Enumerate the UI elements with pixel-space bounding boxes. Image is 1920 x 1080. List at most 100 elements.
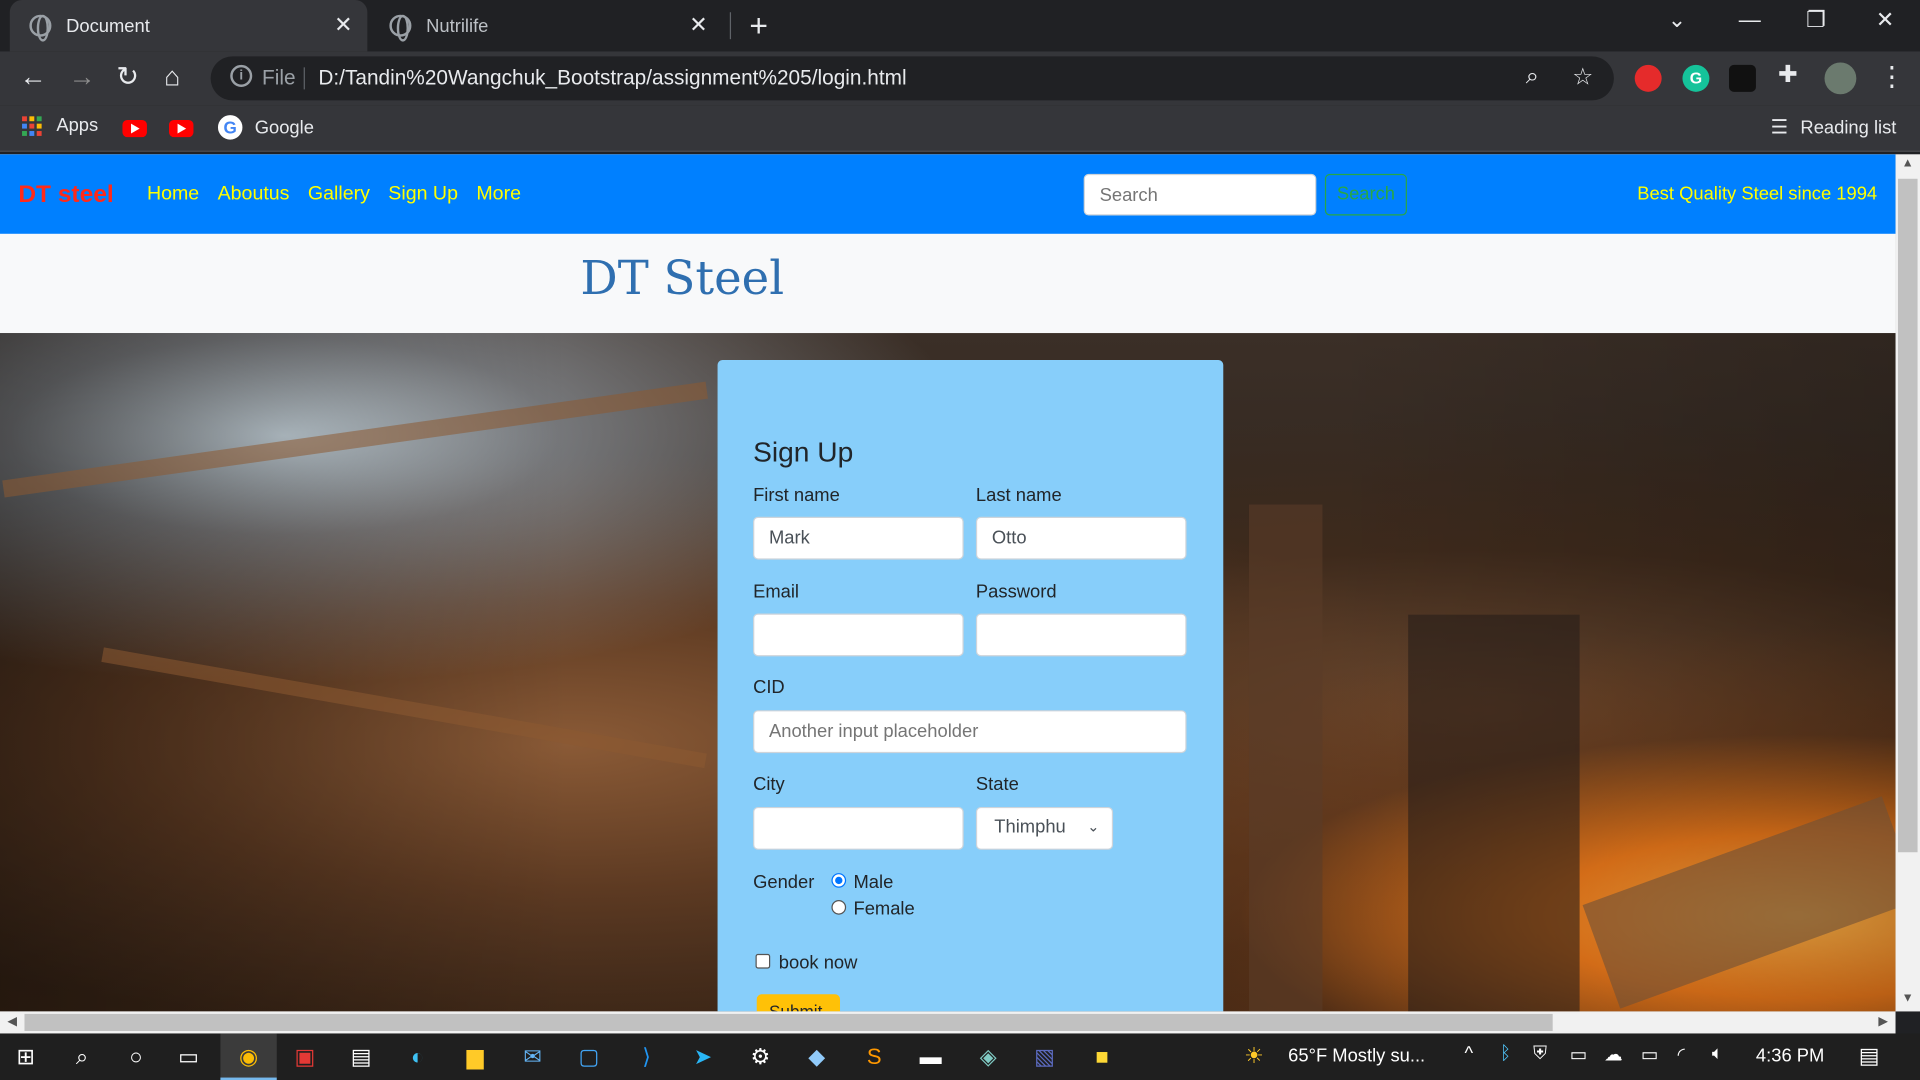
bookmark-label: Reading list — [1800, 116, 1897, 138]
puzzle-icon[interactable]: ✚ — [1778, 61, 1797, 89]
store-icon[interactable]: ▤ — [348, 1043, 375, 1070]
scroll-right-icon[interactable]: ▶ — [1878, 1015, 1887, 1028]
search-button[interactable]: Search — [1324, 173, 1407, 216]
new-tab-button[interactable]: + — [749, 7, 768, 45]
bookmark-youtube[interactable] — [168, 120, 194, 138]
gender-label: Gender — [753, 871, 815, 893]
clock[interactable]: 4:36 PM — [1756, 1046, 1824, 1067]
menu-icon[interactable]: ⋮ — [1878, 61, 1905, 93]
show-hidden-icons[interactable]: ^ — [1465, 1043, 1474, 1064]
email-field[interactable] — [753, 613, 964, 657]
adblock-extension-icon[interactable] — [1634, 64, 1662, 92]
home-icon[interactable]: ⌂ — [164, 61, 180, 93]
submit-button[interactable]: Submit — [756, 994, 841, 1012]
bookmark-google[interactable]: G Google — [217, 115, 314, 140]
terminal-icon[interactable]: ▬ — [917, 1043, 944, 1070]
city-label: City — [753, 773, 785, 795]
notifications-icon[interactable]: ▤ — [1859, 1043, 1880, 1069]
restore-button[interactable]: ❐ — [1806, 7, 1826, 33]
nav-link-signup[interactable]: Sign Up — [388, 184, 458, 206]
weather-text[interactable]: 65°F Mostly su... — [1288, 1046, 1425, 1067]
nav-link-home[interactable]: Home — [147, 184, 199, 206]
edge-icon[interactable]: ◐ — [404, 1043, 431, 1070]
beam-shape — [101, 647, 707, 769]
scroll-down-icon[interactable]: ▼ — [1902, 992, 1914, 1005]
tab-document[interactable]: Document ✕ — [9, 0, 368, 52]
last-name-field[interactable] — [975, 516, 1187, 560]
bluetooth-icon[interactable]: ᛒ — [1500, 1043, 1511, 1064]
horizontal-scroll-thumb[interactable] — [24, 1013, 1553, 1032]
address-bar[interactable]: i File D:/Tandin%20Wangchuk_Bootstrap/as… — [210, 56, 1614, 101]
grammarly-icon[interactable]: G — [1682, 64, 1710, 92]
close-icon[interactable]: ✕ — [689, 12, 707, 38]
cid-label: CID — [753, 677, 785, 698]
tab-nutrilife[interactable]: Nutrilife ✕ — [372, 0, 722, 51]
app-icon[interactable]: ◆ — [803, 1043, 830, 1070]
chrome-icon[interactable]: ◉ — [235, 1043, 262, 1070]
battery-icon[interactable]: ▭ — [1641, 1043, 1658, 1065]
windows-start-icon[interactable]: ⊞ — [12, 1043, 39, 1070]
meet-icon[interactable]: ▭ — [1570, 1043, 1587, 1065]
telegram-icon[interactable]: ➤ — [689, 1043, 716, 1070]
extension-icon[interactable] — [1728, 64, 1756, 92]
app-icon[interactable]: ▣ — [291, 1043, 318, 1070]
avatar[interactable] — [1824, 62, 1857, 95]
vertical-scroll-thumb[interactable] — [1897, 178, 1918, 853]
app-icon[interactable]: ▢ — [576, 1043, 603, 1070]
weather-icon[interactable]: ☀ — [1244, 1043, 1264, 1069]
minimize-button[interactable]: — — [1739, 7, 1761, 33]
window-close-button[interactable]: ✕ — [1876, 7, 1894, 33]
nav-links: Home Aboutus Gallery Sign Up More — [147, 184, 521, 206]
radio-female-label: Female — [853, 898, 915, 920]
security-icon[interactable]: ⛨ — [1533, 1043, 1547, 1064]
nav-link-aboutus[interactable]: Aboutus — [218, 184, 290, 206]
close-icon[interactable]: ✕ — [334, 12, 352, 38]
bookmark-label: Apps — [56, 115, 99, 136]
nav-link-gallery[interactable]: Gallery — [308, 184, 370, 206]
search-icon[interactable]: ⌕ — [69, 1043, 96, 1070]
app-icon[interactable]: ◈ — [975, 1043, 1002, 1070]
state-select[interactable]: Thimphu ⌄ — [975, 806, 1114, 850]
nav-link-more[interactable]: More — [476, 184, 521, 206]
radio-male[interactable] — [831, 873, 847, 888]
info-icon[interactable]: i — [230, 64, 253, 87]
youtube-icon — [122, 120, 147, 138]
zoom-icon[interactable]: ⌕ — [1526, 64, 1539, 91]
site-navbar: DT steel Home Aboutus Gallery Sign Up Mo… — [0, 154, 1896, 234]
reload-icon[interactable]: ↻ — [116, 61, 139, 93]
book-now-checkbox[interactable] — [755, 953, 771, 969]
sublime-icon[interactable]: S — [861, 1043, 888, 1070]
scroll-left-icon[interactable]: ◀ — [7, 1015, 16, 1028]
settings-icon[interactable]: ⚙ — [747, 1043, 774, 1070]
last-name-label: Last name — [975, 484, 1062, 506]
first-name-field[interactable] — [753, 516, 964, 560]
password-field[interactable] — [975, 613, 1187, 657]
star-icon[interactable]: ☆ — [1572, 64, 1593, 92]
bookmark-youtube[interactable] — [122, 120, 147, 138]
brand-logo[interactable]: DT steel — [18, 181, 113, 209]
city-field[interactable] — [753, 806, 964, 850]
cid-field[interactable] — [753, 710, 1187, 754]
tab-search-icon[interactable]: ⌄ — [1668, 7, 1686, 33]
radio-female[interactable] — [831, 900, 847, 915]
url-text[interactable]: D:/Tandin%20Wangchuk_Bootstrap/assignmen… — [318, 66, 906, 90]
app-icon[interactable]: ▧ — [1031, 1043, 1058, 1070]
mail-icon[interactable]: ✉ — [519, 1043, 546, 1070]
vscode-icon[interactable]: ⟩ — [633, 1043, 660, 1070]
tab-strip: Document ✕ Nutrilife ✕ + ⌄ — ❐ ✕ — [0, 0, 1920, 52]
beam-shape — [1408, 614, 1580, 1012]
reading-list-button[interactable]: ☰ Reading list — [1771, 115, 1897, 139]
jumbotron: DT Steel — [0, 233, 1896, 334]
back-icon[interactable]: ← — [20, 61, 47, 93]
forward-icon[interactable]: → — [69, 61, 96, 93]
task-view-icon[interactable]: ▭ — [175, 1043, 202, 1070]
file-explorer-icon[interactable]: ▆ — [462, 1043, 489, 1070]
onedrive-icon[interactable]: ☁ — [1604, 1043, 1622, 1065]
sticky-notes-icon[interactable]: ■ — [1089, 1043, 1116, 1070]
search-input[interactable] — [1083, 173, 1317, 216]
volume-muted-icon[interactable]: 🔈︎ — [1712, 1043, 1723, 1064]
wifi-icon[interactable]: ◜ — [1678, 1043, 1685, 1065]
bookmark-apps[interactable]: Apps — [22, 115, 98, 136]
cortana-icon[interactable]: ○ — [122, 1043, 149, 1070]
scroll-up-icon[interactable]: ▲ — [1902, 157, 1914, 170]
